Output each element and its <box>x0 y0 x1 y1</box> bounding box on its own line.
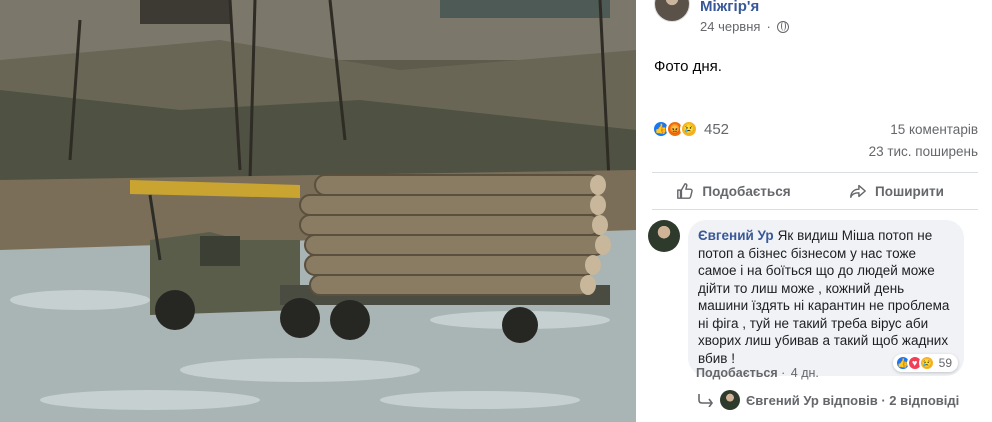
share-button-label: Поширити <box>875 183 944 199</box>
comment-reaction-count: 59 <box>938 356 952 370</box>
post-panel: Міжгір'я 24 червня · Фото дня. 👍 😡 😢 452… <box>636 0 992 422</box>
post-stats: 👍 😡 😢 452 15 коментарів 23 тис. поширень <box>652 118 978 162</box>
logging-truck-photo <box>0 0 636 422</box>
comment-reactions[interactable]: 👍 ♥ 😢 59 <box>892 354 958 372</box>
post-date: 24 червня · <box>700 19 789 34</box>
replies-text: Євгений Ур відповів · 2 відповіді <box>746 392 960 408</box>
comment-author-link[interactable]: Євгений Ур <box>698 228 774 243</box>
share-icon <box>850 184 866 199</box>
share-button[interactable]: Поширити <box>815 173 978 209</box>
post-text: Фото дня. <box>654 58 722 75</box>
shares-count-link[interactable]: 23 тис. поширень <box>869 144 978 159</box>
post-actions: Подобається Поширити <box>652 172 978 210</box>
thumbs-up-icon <box>677 183 694 199</box>
globe-icon <box>776 20 789 33</box>
reply-author-avatar <box>720 390 740 410</box>
post-date-link[interactable]: 24 червня <box>700 19 760 34</box>
comment-avatar[interactable] <box>648 220 680 252</box>
view-replies-link[interactable]: Євгений Ур відповів · 2 відповіді <box>696 390 959 410</box>
comment-bubble: Євгений Ур Як видиш Міша потоп не потоп а… <box>688 220 964 376</box>
reaction-count: 452 <box>704 120 730 138</box>
like-button[interactable]: Подобається <box>652 173 815 209</box>
post-photo[interactable] <box>0 0 636 422</box>
sad-icon: 😢 <box>918 355 935 371</box>
comment-like-link[interactable]: Подобається <box>696 366 778 380</box>
page-avatar[interactable] <box>654 0 690 22</box>
comments-count-link[interactable]: 15 коментарів <box>890 122 978 137</box>
post-header: Міжгір'я 24 червня · <box>654 0 789 34</box>
sad-icon: 😢 <box>680 120 698 138</box>
comment-actions: Подобається · 4 дн. <box>696 366 819 380</box>
post-reactions[interactable]: 👍 😡 😢 452 <box>652 120 729 138</box>
comment-time[interactable]: 4 дн. <box>791 366 819 380</box>
comment-text: Як видиш Міша потоп не потоп а бізнес бі… <box>698 228 950 366</box>
reply-arrow-icon <box>698 394 713 407</box>
page-name-link[interactable]: Міжгір'я <box>700 0 789 15</box>
like-button-label: Подобається <box>702 183 791 199</box>
